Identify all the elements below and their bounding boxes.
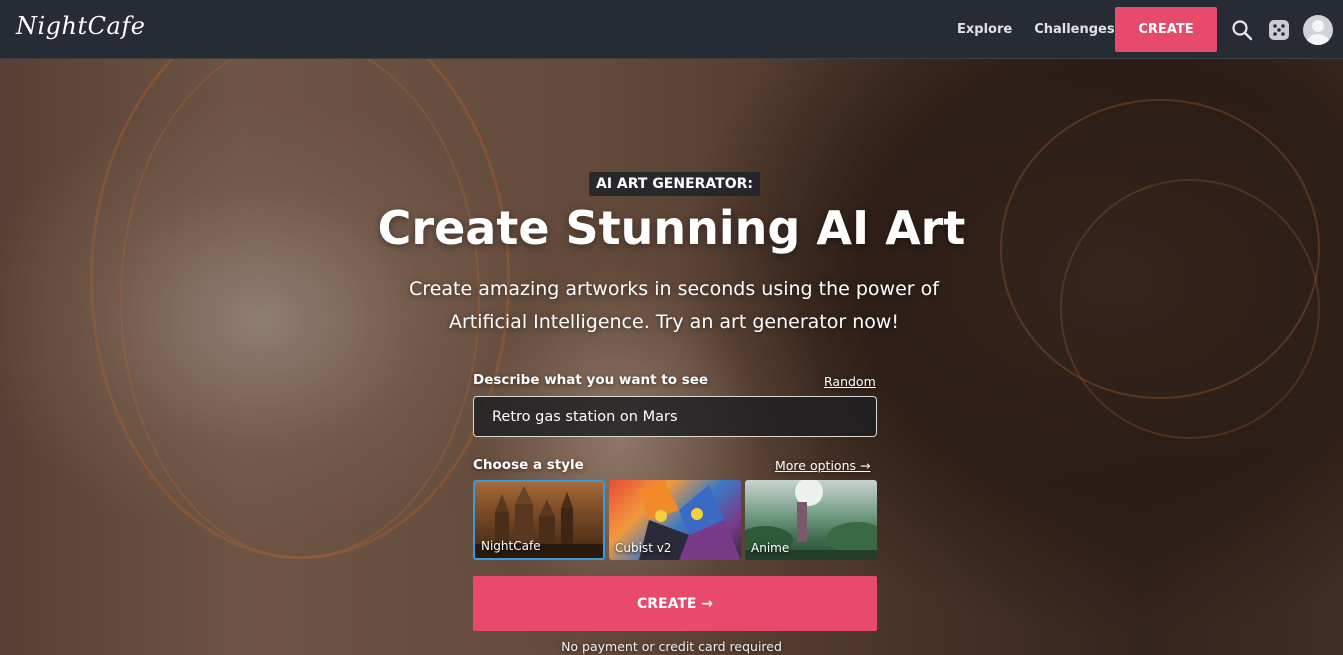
- nav-links: Explore Challenges: [957, 0, 1115, 59]
- style-card-anime[interactable]: Anime: [745, 480, 877, 560]
- hero-overlay: [0, 59, 1343, 655]
- nav-create-button[interactable]: CREATE: [1115, 7, 1217, 52]
- style-card-label: NightCafe: [481, 539, 541, 553]
- create-button[interactable]: CREATE →: [473, 576, 877, 631]
- style-card-label: Cubist v2: [615, 541, 672, 555]
- top-navbar: NightCafe Explore Challenges CREATE: [0, 0, 1343, 59]
- more-options-link[interactable]: More options →: [775, 458, 870, 473]
- style-card-cubist[interactable]: Cubist v2: [609, 480, 741, 560]
- style-card-label: Anime: [751, 541, 790, 555]
- hero-section: AI ART GENERATOR: Create Stunning AI Art…: [0, 59, 1343, 655]
- hero-subtitle: Create amazing artworks in seconds using…: [409, 278, 939, 333]
- describe-label: Describe what you want to see: [473, 372, 709, 388]
- nav-challenges-link[interactable]: Challenges: [1034, 22, 1114, 37]
- style-card-nightcafe[interactable]: NightCafe: [473, 480, 605, 560]
- nav-explore-link[interactable]: Explore: [957, 22, 1012, 37]
- no-payment-note: No payment or credit card required: [561, 639, 782, 654]
- choose-style-label: Choose a style: [473, 457, 584, 473]
- random-link[interactable]: Random: [824, 374, 876, 389]
- hero-headline: Create Stunning AI Art: [377, 201, 966, 255]
- nightcafe-logo[interactable]: NightCafe: [16, 12, 145, 40]
- dice-icon[interactable]: [1267, 18, 1291, 42]
- search-icon[interactable]: [1230, 18, 1254, 42]
- avatar[interactable]: [1303, 15, 1333, 45]
- prompt-input[interactable]: [473, 396, 877, 437]
- hero-eyebrow: AI ART GENERATOR:: [589, 172, 760, 196]
